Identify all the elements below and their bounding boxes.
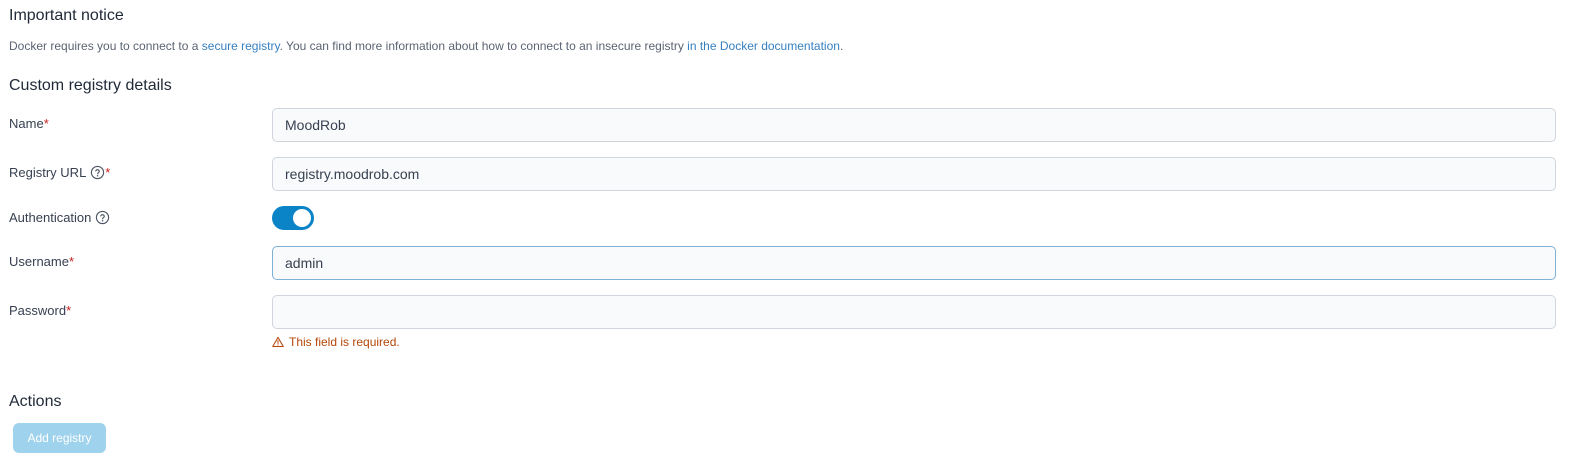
name-label-text: Name	[9, 116, 44, 131]
toggle-knob	[293, 209, 311, 227]
password-required-mark: *	[66, 303, 72, 318]
registry-url-input[interactable]	[272, 157, 1556, 191]
name-required-mark: *	[43, 116, 49, 131]
authentication-toggle[interactable]	[272, 206, 314, 230]
authentication-label-text: Authentication	[9, 210, 92, 225]
question-circle-icon[interactable]	[90, 165, 105, 180]
notice-text-after: .	[839, 39, 844, 53]
warning-triangle-icon	[272, 336, 284, 348]
registry-form-page: Important notice Docker requires you to …	[0, 0, 1569, 466]
add-registry-button[interactable]: Add registry	[13, 423, 106, 453]
name-label: Name *	[9, 116, 49, 131]
username-label-text: Username	[9, 254, 69, 269]
username-input[interactable]	[272, 246, 1556, 280]
name-input[interactable]	[272, 108, 1556, 142]
username-label: Username *	[9, 254, 74, 269]
notice-title: Important notice	[9, 7, 124, 24]
secure-registry-link[interactable]: secure registry	[202, 39, 280, 53]
registry-url-required-mark: *	[105, 165, 111, 180]
registry-url-label: Registry URL *	[9, 165, 110, 180]
docker-documentation-link[interactable]: in the Docker documentation	[687, 39, 840, 53]
notice-text: Docker requires you to connect to a secu…	[9, 39, 843, 53]
username-required-mark: *	[68, 254, 75, 269]
password-label: Password *	[9, 303, 71, 318]
password-error: This field is required.	[272, 335, 400, 349]
password-error-text: This field is required.	[289, 335, 400, 349]
actions-title: Actions	[9, 393, 62, 410]
password-input[interactable]	[272, 295, 1556, 329]
authentication-label: Authentication	[9, 210, 110, 225]
password-label-text: Password	[9, 303, 67, 318]
notice-text-before: Docker requires you to connect to a	[9, 39, 202, 53]
registry-url-label-text: Registry URL	[9, 165, 87, 180]
details-title: Custom registry details	[9, 77, 172, 94]
question-circle-icon[interactable]	[95, 210, 110, 225]
notice-text-middle: . You can find more information about ho…	[279, 39, 688, 53]
